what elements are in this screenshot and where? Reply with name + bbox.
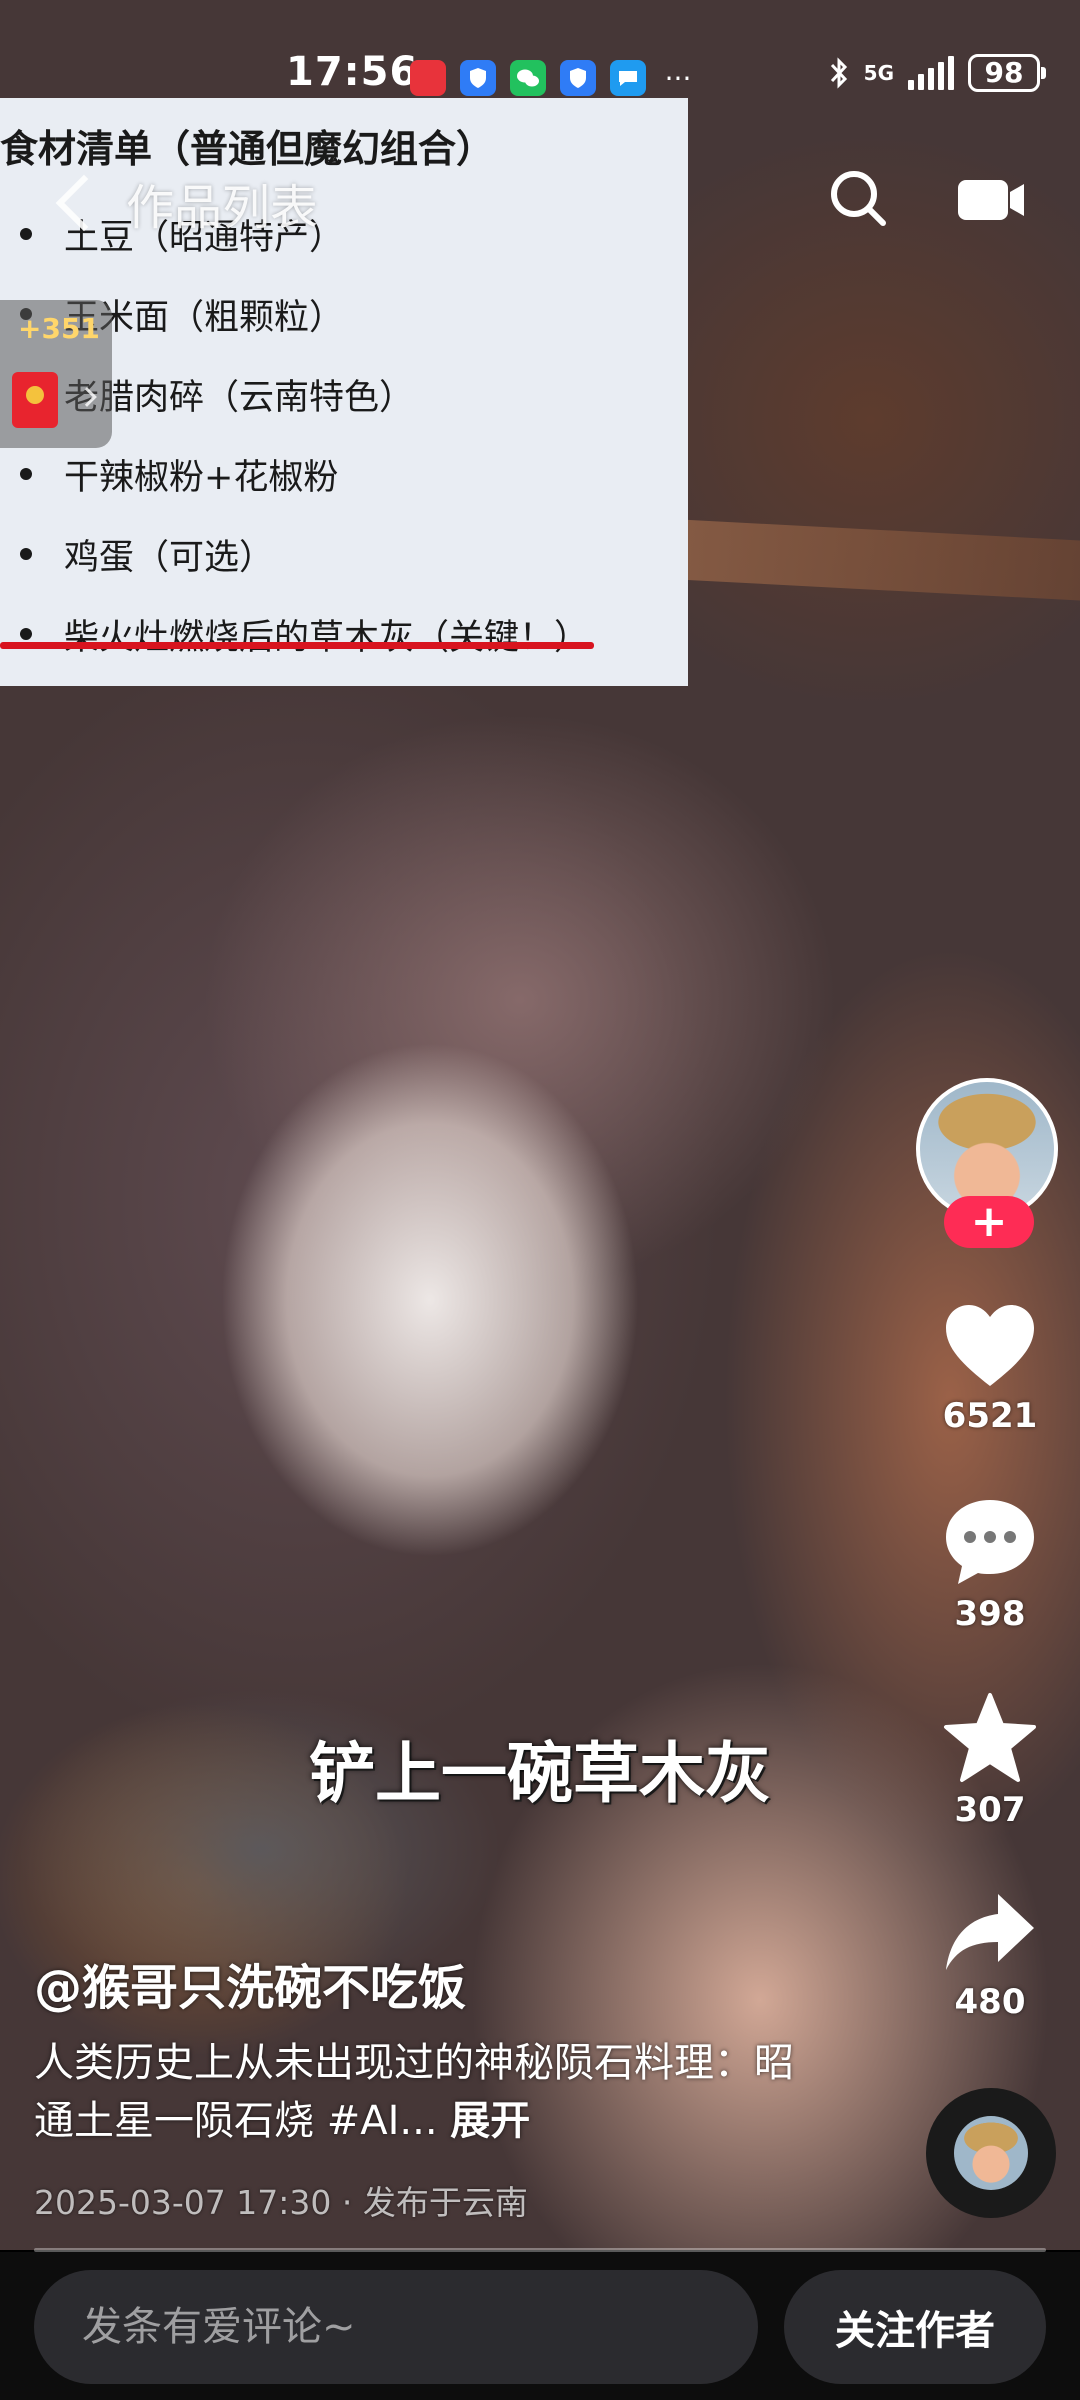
wechat-icon (510, 60, 546, 96)
share-count: 480 (954, 1982, 1026, 2022)
more-notifications-icon: ··· (664, 61, 692, 95)
post-date: 2025-03-07 17:30 (34, 2183, 332, 2222)
bottom-bar: 关注作者 (0, 2252, 1080, 2400)
signal-strength-icon (908, 56, 954, 90)
favorite-button[interactable]: 307 (900, 1692, 1080, 1830)
nav-title: 作品列表 (126, 180, 319, 236)
comment-input[interactable] (34, 2270, 758, 2384)
shield-icon (560, 60, 596, 96)
favorite-count: 307 (954, 1790, 1026, 1830)
music-disc[interactable] (926, 2088, 1056, 2218)
message-icon (610, 60, 646, 96)
author-name[interactable]: @猴哥只洗碗不吃饭 (34, 1948, 466, 2018)
status-time: 17:56 (286, 49, 419, 95)
bullet-icon (20, 628, 32, 640)
network-type: 5G (863, 61, 894, 85)
highlight-underline (0, 642, 594, 649)
description-text: 人类历史上从未出现过的神秘陨石料理：昭通土星一陨石烧 #AI... (34, 2040, 794, 2144)
notification-icons: ··· (410, 60, 696, 96)
search-icon[interactable] (828, 168, 888, 228)
share-button[interactable]: 480 (900, 1888, 1080, 2022)
list-item: 干辣椒粉+花椒粉 (20, 434, 589, 514)
post-location: 发布于云南 (362, 2183, 528, 2222)
back-button[interactable]: 作品列表 (55, 168, 319, 238)
red-envelope-icon (12, 372, 58, 428)
bullet-icon (20, 228, 32, 240)
bullet-icon (20, 468, 32, 480)
reward-count: +351 (18, 312, 100, 345)
shield-icon (460, 60, 496, 96)
like-count: 6521 (942, 1396, 1038, 1436)
red-envelope-widget[interactable]: +351 (0, 300, 112, 448)
follow-plus-button[interactable]: + (944, 1196, 1034, 1248)
video-frame-detail (658, 518, 1080, 602)
list-item: 柴火灶燃烧后的草木灰（关键！） (20, 594, 589, 674)
battery-icon: 98 (968, 54, 1046, 92)
star-icon (944, 1693, 1036, 1782)
music-disc-avatar (954, 2116, 1028, 2190)
bullet-icon (20, 548, 32, 560)
expand-link[interactable]: 展开 (450, 2098, 530, 2144)
list-item: 鸡蛋（可选） (20, 514, 589, 594)
back-chevron-icon (55, 174, 113, 232)
post-meta: 2025-03-07 17:30 · 发布于云南 (34, 2176, 528, 2224)
status-right-group: 5G 98 (828, 54, 1046, 92)
post-description[interactable]: 人类历史上从未出现过的神秘陨石料理：昭通土星一陨石烧 #AI... 展开 (34, 2034, 794, 2150)
meta-separator: · (341, 2183, 363, 2222)
comment-icon (946, 1500, 1034, 1584)
chevron-right-icon (77, 387, 97, 407)
like-button[interactable]: 6521 (900, 1302, 1080, 1436)
share-arrow-icon (946, 1894, 1034, 1970)
status-bar: 17:56 ··· 5G 98 (0, 0, 1080, 100)
ingredient-list-title: 食材清单（普通但魔幻组合） (0, 127, 495, 171)
comment-button[interactable]: 398 (900, 1496, 1080, 1634)
comment-count: 398 (954, 1594, 1026, 1634)
heart-icon (946, 1305, 1034, 1386)
huawei-appgallery-icon (410, 60, 446, 96)
follow-author-button[interactable]: 关注作者 (784, 2270, 1046, 2384)
camera-icon[interactable] (956, 176, 1026, 224)
bluetooth-icon (830, 57, 847, 89)
